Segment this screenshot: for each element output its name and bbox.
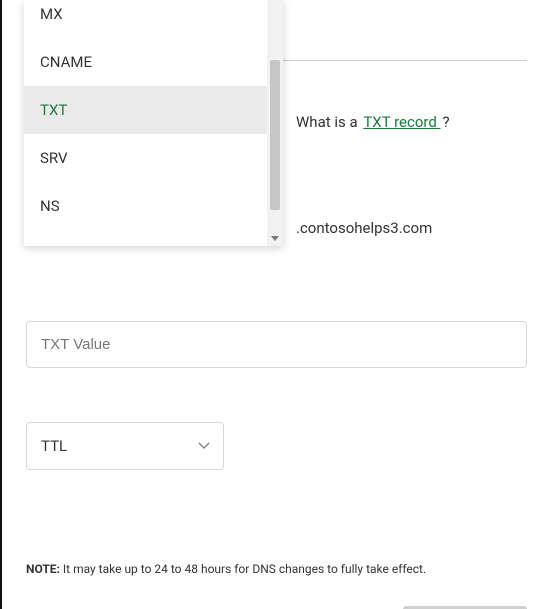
note-text: NOTE: It may take up to 24 to 48 hours f…	[26, 562, 527, 576]
note-body: It may take up to 24 to 48 hours for DNS…	[60, 562, 426, 576]
chevron-down-icon[interactable]	[267, 232, 283, 246]
ttl-select-label: TTL	[41, 437, 67, 455]
whatis-prefix: What is a	[296, 113, 361, 131]
record-type-option-list: MXCNAMETXTSRVNS	[24, 0, 267, 246]
dropdown-scrollbar[interactable]	[267, 0, 283, 246]
record-type-option-mx[interactable]: MX	[24, 0, 267, 38]
whatis-suffix: ?	[443, 113, 450, 131]
dropdown-scrollbar-thumb[interactable]	[270, 60, 280, 210]
domain-suffix-label: .contosohelps3.com	[296, 219, 527, 237]
record-type-option-ns[interactable]: NS	[24, 182, 267, 230]
record-type-option-cname[interactable]: CNAME	[24, 38, 267, 86]
ttl-select[interactable]: TTL	[26, 422, 224, 470]
dns-add-record-panel: What is a TXT record ? .contosohelps3.co…	[0, 0, 551, 609]
note-label: NOTE:	[26, 562, 60, 576]
txt-value-input[interactable]	[26, 321, 527, 368]
record-type-option-srv[interactable]: SRV	[24, 134, 267, 182]
txt-record-help-link[interactable]: TXT record	[363, 113, 440, 131]
record-type-option-txt[interactable]: TXT	[24, 86, 267, 134]
whatis-text: What is a TXT record ?	[296, 113, 450, 131]
record-type-dropdown: MXCNAMETXTSRVNS	[24, 0, 283, 246]
